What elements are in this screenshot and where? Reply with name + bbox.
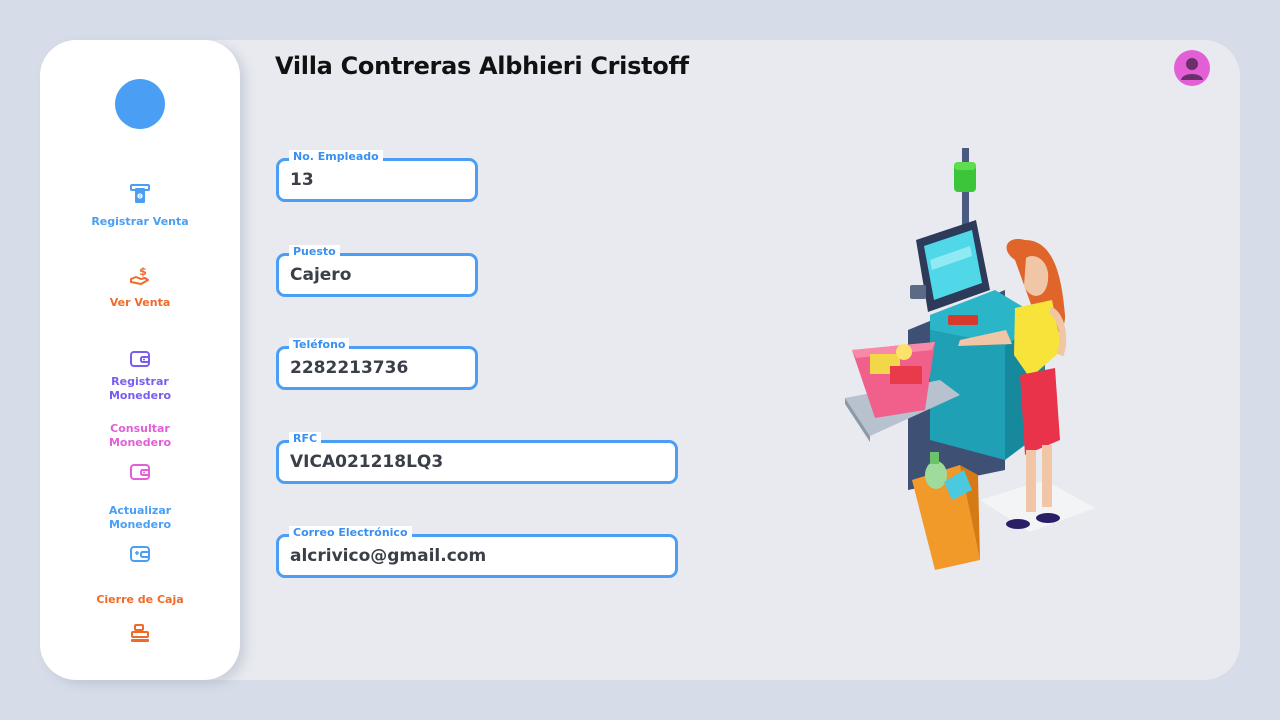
wallet-icon <box>130 351 150 367</box>
position-value[interactable]: Cajero <box>290 265 466 285</box>
position-label: Puesto <box>289 245 340 259</box>
wallet-card-icon <box>130 546 150 562</box>
employee-number-label: No. Empleado <box>289 150 383 164</box>
user-icon <box>1181 58 1203 80</box>
cashier-illustration <box>845 148 1095 570</box>
user-avatar[interactable] <box>1174 50 1210 86</box>
sidebar: $ Registrar Venta $ Ver Venta Registrar … <box>40 40 240 680</box>
email-label: Correo Electrónico <box>289 526 412 540</box>
sidebar-item-consultar-monedero[interactable]: Consultar Monedero <box>40 422 240 484</box>
employee-number-field: No. Empleado 13 <box>276 150 478 202</box>
register-icon <box>131 624 149 642</box>
logo <box>115 79 165 129</box>
wallet-icon <box>130 464 150 480</box>
sidebar-item-cierre-de-caja[interactable]: Cierre de Caja <box>40 593 240 645</box>
page-title: Villa Contreras Albhieri Cristoff <box>275 52 689 80</box>
sidebar-item-label: Actualizar Monedero <box>108 504 172 531</box>
rfc-field: RFC VICA021218LQ3 <box>276 432 678 484</box>
svg-text:$: $ <box>139 194 142 199</box>
sidebar-item-label: Registrar Venta <box>91 215 189 228</box>
employee-number-value[interactable]: 13 <box>290 170 466 190</box>
rfc-label: RFC <box>289 432 322 446</box>
phone-label: Teléfono <box>289 338 350 352</box>
hand-money-icon: $ <box>130 265 149 285</box>
phone-value[interactable]: 2282213736 <box>290 358 466 378</box>
email-value[interactable]: alcrivico@gmail.com <box>290 546 646 566</box>
sidebar-item-label: Cierre de Caja <box>96 593 184 606</box>
sidebar-item-ver-venta[interactable]: $ Ver Venta <box>40 264 240 310</box>
rfc-value[interactable]: VICA021218LQ3 <box>290 452 646 472</box>
sidebar-item-label: Registrar Monedero <box>108 375 172 402</box>
cash-register-icon: $ <box>130 184 150 203</box>
sidebar-item-actualizar-monedero[interactable]: Actualizar Monedero <box>40 504 240 566</box>
position-field: Puesto Cajero <box>276 245 478 297</box>
sidebar-item-label: Consultar Monedero <box>108 422 172 449</box>
sidebar-item-registrar-venta[interactable]: $ Registrar Venta <box>40 182 240 229</box>
sidebar-item-label: Ver Venta <box>109 296 171 309</box>
phone-field: Teléfono 2282213736 <box>276 338 478 390</box>
email-field: Correo Electrónico alcrivico@gmail.com <box>276 526 678 578</box>
svg-text:$: $ <box>139 265 147 278</box>
sidebar-item-registrar-monedero[interactable]: Registrar Monedero <box>40 347 240 403</box>
